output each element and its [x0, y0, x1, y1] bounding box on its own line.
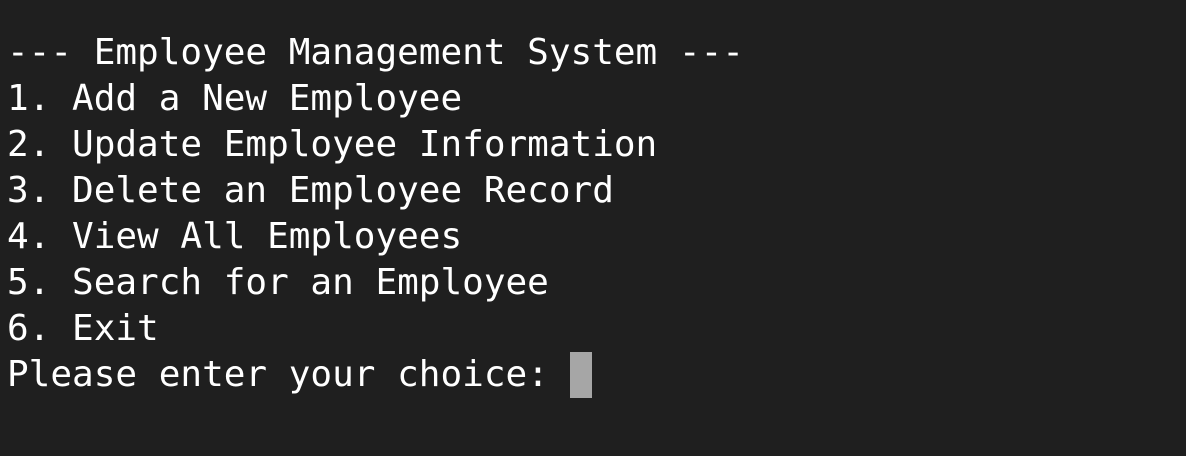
menu-option-update-employee: 2. Update Employee Information: [7, 124, 658, 165]
terminal-window[interactable]: --- Employee Management System --- 1. Ad…: [0, 0, 1186, 456]
menu-option-exit: 6. Exit: [7, 308, 159, 349]
text-cursor: [569, 352, 592, 398]
menu-option-add-employee: 1. Add a New Employee: [7, 78, 463, 119]
menu-option-delete-employee: 3. Delete an Employee Record: [7, 170, 614, 211]
menu-header: --- Employee Management System ---: [7, 32, 744, 73]
input-prompt-row[interactable]: Please enter your choice:: [7, 352, 592, 398]
input-prompt-label: Please enter your choice:: [7, 354, 549, 395]
menu-option-view-employees: 4. View All Employees: [7, 216, 463, 257]
menu-option-search-employee: 5. Search for an Employee: [7, 262, 549, 303]
